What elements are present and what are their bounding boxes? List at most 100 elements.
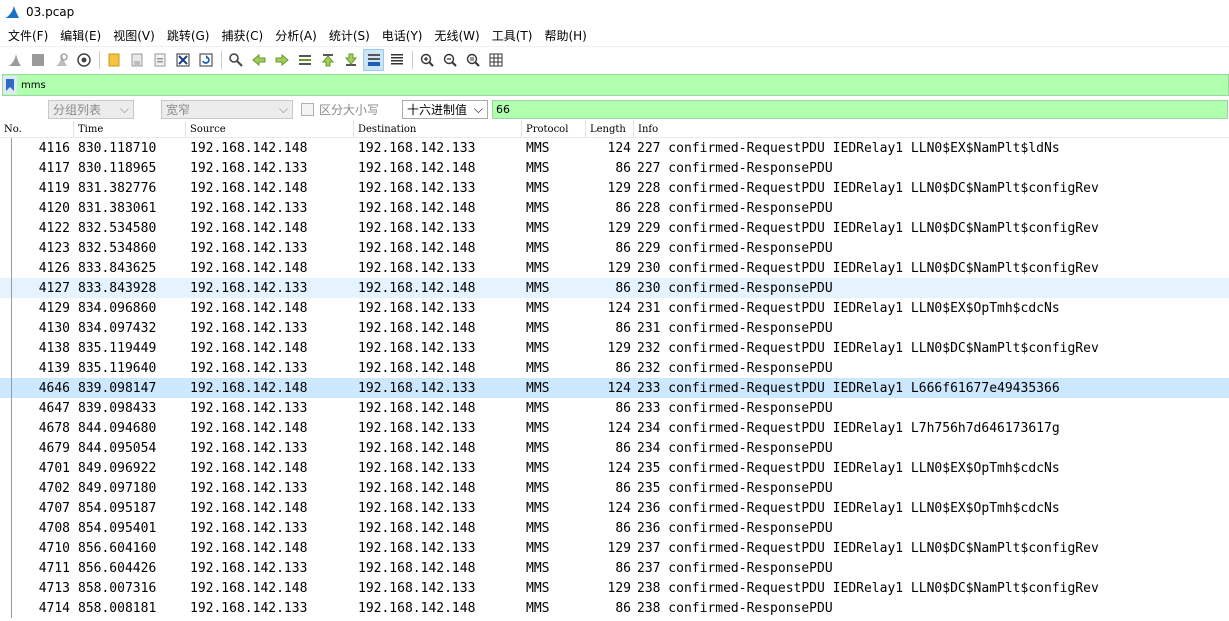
display-filter-input[interactable]	[17, 76, 1228, 94]
find-packet-icon[interactable]	[225, 49, 246, 71]
auto-scroll-icon[interactable]	[363, 49, 384, 71]
packet-row[interactable]: 4123 832.534860 192.168.142.133 192.168.142…	[0, 238, 1229, 258]
zoom-normal-icon[interactable]	[462, 49, 483, 71]
conversation-line	[11, 298, 12, 318]
menu-tools[interactable]: 工具(T)	[486, 27, 539, 44]
packet-length: 129	[607, 540, 631, 556]
packet-row[interactable]: 4116 830.118710 192.168.142.148 192.168.142…	[0, 138, 1229, 158]
packet-row[interactable]: 4117 830.118965 192.168.142.133 192.168.142…	[0, 158, 1229, 178]
char-width-select[interactable]: 宽窄 ⌵	[161, 99, 293, 119]
packet-source: 192.168.142.148	[190, 380, 308, 396]
packet-row[interactable]: 4120 831.383061 192.168.142.133 192.168.142…	[0, 198, 1229, 218]
start-capture-icon[interactable]	[4, 49, 25, 71]
packet-time: 833.843625	[78, 260, 157, 276]
packet-row[interactable]: 4702 849.097180 192.168.142.133 192.168.142…	[0, 478, 1229, 498]
window-title: 03.pcap	[26, 5, 75, 19]
menu-file[interactable]: 文件(F)	[2, 27, 54, 44]
colorize-icon[interactable]	[386, 49, 407, 71]
restart-capture-icon[interactable]	[50, 49, 71, 71]
packet-time: 849.096922	[78, 460, 157, 476]
packet-destination: 192.168.142.133	[358, 220, 476, 236]
packet-row[interactable]: 4646 839.098147 192.168.142.148 192.168.142…	[0, 378, 1229, 398]
search-type-select[interactable]: 十六进制值 ⌵	[402, 99, 488, 119]
packet-row[interactable]: 4714 858.008181 192.168.142.133 192.168.142…	[0, 598, 1229, 618]
packet-info: 227 confirmed-ResponsePDU	[637, 160, 833, 176]
packet-info: 237 confirmed-RequestPDU IEDRelay1 LLN0$…	[637, 540, 1099, 556]
search-value-input[interactable]: 66	[492, 99, 1228, 119]
menu-edit[interactable]: 编辑(E)	[54, 27, 107, 44]
packet-row[interactable]: 4679 844.095054 192.168.142.133 192.168.142…	[0, 438, 1229, 458]
packet-destination: 192.168.142.148	[358, 440, 476, 456]
filter-bookmark-icon[interactable]	[3, 76, 17, 94]
packet-length: 86	[615, 200, 631, 216]
packet-row[interactable]: 4126 833.843625 192.168.142.148 192.168.142…	[0, 258, 1229, 278]
file-binary-icon[interactable]	[149, 49, 170, 71]
conversation-line	[11, 238, 12, 258]
packet-row[interactable]: 4713 858.007316 192.168.142.148 192.168.142…	[0, 578, 1229, 598]
packet-row[interactable]: 4711 856.604426 192.168.142.133 192.168.142…	[0, 558, 1229, 578]
go-to-packet-icon[interactable]	[294, 49, 315, 71]
packet-row[interactable]: 4119 831.382776 192.168.142.148 192.168.142…	[0, 178, 1229, 198]
packet-row[interactable]: 4710 856.604160 192.168.142.148 192.168.142…	[0, 538, 1229, 558]
packet-info: 238 confirmed-RequestPDU IEDRelay1 LLN0$…	[637, 580, 1099, 596]
zoom-in-icon[interactable]	[416, 49, 437, 71]
packet-time: 856.604426	[78, 560, 157, 576]
menu-statistics[interactable]: 统计(S)	[323, 27, 376, 44]
reload-file-icon[interactable]	[195, 49, 216, 71]
go-forward-icon[interactable]	[271, 49, 292, 71]
column-header-no[interactable]: No.	[0, 121, 74, 137]
packet-row[interactable]: 4127 833.843928 192.168.142.133 192.168.142…	[0, 278, 1229, 298]
menu-capture[interactable]: 捕获(C)	[215, 27, 269, 44]
menu-view[interactable]: 视图(V)	[107, 27, 161, 44]
packet-row[interactable]: 4122 832.534580 192.168.142.148 192.168.142…	[0, 218, 1229, 238]
conversation-line	[11, 218, 12, 238]
conversation-line	[11, 418, 12, 438]
menu-go[interactable]: 跳转(G)	[161, 27, 216, 44]
packet-row[interactable]: 4130 834.097432 192.168.142.133 192.168.142…	[0, 318, 1229, 338]
case-sensitive-label: 区分大小写	[319, 102, 380, 117]
stop-capture-icon[interactable]	[27, 49, 48, 71]
packet-info: 234 confirmed-RequestPDU IEDRelay1 L7h75…	[637, 420, 1060, 436]
packet-row[interactable]: 4129 834.096860 192.168.142.148 192.168.142…	[0, 298, 1229, 318]
packet-row[interactable]: 4707 854.095187 192.168.142.148 192.168.142…	[0, 498, 1229, 518]
capture-options-icon[interactable]	[73, 49, 94, 71]
packet-row[interactable]: 4139 835.119640 192.168.142.133 192.168.142…	[0, 358, 1229, 378]
menu-telephony[interactable]: 电话(Y)	[376, 27, 429, 44]
search-scope-select[interactable]: 分组列表 ⌵	[48, 99, 134, 119]
packet-row[interactable]: 4708 854.095401 192.168.142.133 192.168.142…	[0, 518, 1229, 538]
conversation-line	[11, 178, 12, 198]
menu-help[interactable]: 帮助(H)	[538, 27, 592, 44]
packet-destination: 192.168.142.148	[358, 280, 476, 296]
column-header-destination[interactable]: Destination	[354, 121, 522, 137]
packet-time: 834.097432	[78, 320, 157, 336]
open-file-icon[interactable]	[103, 49, 124, 71]
case-sensitive-toggle[interactable]: 区分大小写	[301, 101, 401, 118]
packet-length: 86	[615, 520, 631, 536]
menu-wireless[interactable]: 无线(W)	[429, 27, 486, 44]
menu-analyze[interactable]: 分析(A)	[269, 27, 323, 44]
column-header-time[interactable]: Time	[74, 121, 186, 137]
case-sensitive-checkbox[interactable]	[301, 102, 314, 116]
packet-row[interactable]: 4678 844.094680 192.168.142.148 192.168.142…	[0, 418, 1229, 438]
packet-time: 856.604160	[78, 540, 157, 556]
packet-source: 192.168.142.148	[190, 340, 308, 356]
close-file-icon[interactable]	[172, 49, 193, 71]
go-back-icon[interactable]	[248, 49, 269, 71]
search-value-text: 66	[496, 102, 510, 116]
packet-row[interactable]: 4138 835.119449 192.168.142.148 192.168.142…	[0, 338, 1229, 358]
column-header-length[interactable]: Length	[586, 121, 634, 137]
column-header-protocol[interactable]: Protocol	[522, 121, 586, 137]
zoom-out-icon[interactable]	[439, 49, 460, 71]
go-last-packet-icon[interactable]	[340, 49, 361, 71]
column-header-info[interactable]: Info	[634, 121, 1229, 137]
resize-columns-icon[interactable]	[485, 49, 506, 71]
go-first-packet-icon[interactable]	[317, 49, 338, 71]
column-header-source[interactable]: Source	[186, 121, 354, 137]
packet-length: 129	[607, 180, 631, 196]
packet-row[interactable]: 4647 839.098433 192.168.142.133 192.168.142…	[0, 398, 1229, 418]
packet-row[interactable]: 4701 849.096922 192.168.142.148 192.168.142…	[0, 458, 1229, 478]
packet-info: 232 confirmed-RequestPDU IEDRelay1 LLN0$…	[637, 340, 1099, 356]
save-file-icon[interactable]	[126, 49, 147, 71]
packet-destination: 192.168.142.133	[358, 340, 476, 356]
packet-destination: 192.168.142.148	[358, 200, 476, 216]
